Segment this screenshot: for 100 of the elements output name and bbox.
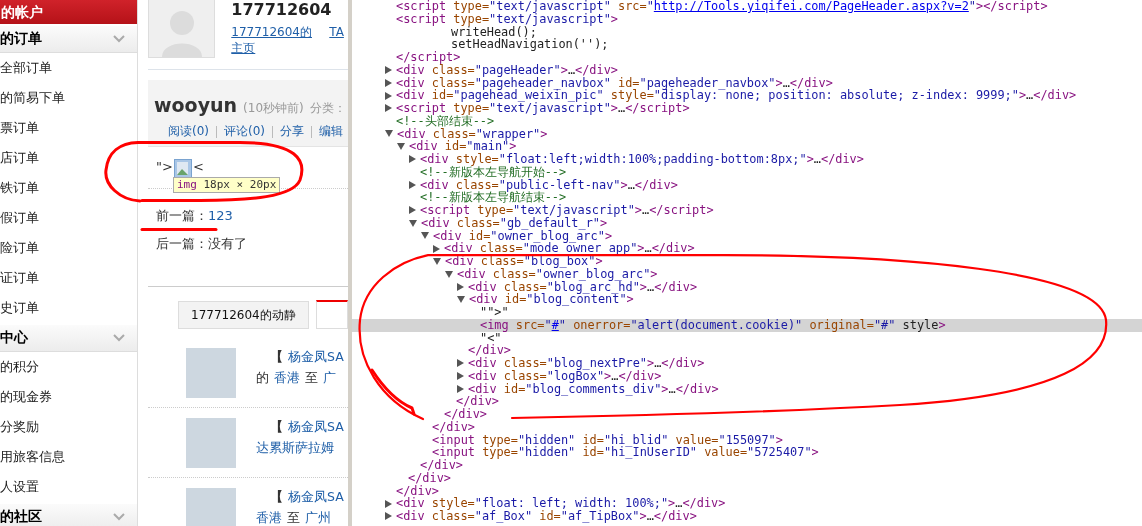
place-link[interactable]: 香港 [274, 367, 300, 388]
place-link[interactable]: 香港 [256, 507, 282, 526]
sidebar-item[interactable]: 险订单 [0, 233, 137, 263]
triangle-right-icon[interactable] [457, 282, 464, 291]
sidebar-item[interactable]: 分奖励 [0, 412, 137, 442]
dom-tree-row[interactable]: <!--新版本左导航结束--> [352, 191, 1142, 204]
triangle-down-icon[interactable] [433, 257, 441, 265]
dom-tree-row[interactable]: <div class="pageheader_navbox" id="pageheader_navbox">…</div> [352, 76, 1142, 90]
dom-tree-row[interactable]: <!--新版本左导航开始--> [352, 165, 1142, 179]
dom-tree-row[interactable]: <script type="text/javascript" src="http://Tools.yiqifei.com/PageHeader.aspx?v=2"></script> [352, 0, 1142, 13]
triangle-right-icon[interactable] [385, 499, 392, 508]
sidebar-item[interactable]: 史订单 [0, 293, 137, 323]
dom-tree-row[interactable]: <div class="af_Box" id="af_TipBox">…</div> [352, 510, 1142, 523]
triangle-right-icon[interactable] [433, 244, 440, 253]
dom-tree-row[interactable]: <div id="main"> [352, 140, 1142, 153]
sidebar-item[interactable]: 用旅客信息 [0, 442, 137, 472]
dom-tree-row[interactable]: <div id="blog_content"> [352, 293, 1142, 306]
tab[interactable] [315, 300, 348, 329]
sidebar-section-header[interactable]: 的社区 [0, 502, 137, 526]
html-tag-line: <div class="public-left-nav">…</div> [420, 178, 678, 192]
dom-tree-row[interactable]: <input type="hidden" id="hi_blid" value="155097"> [352, 433, 1142, 447]
html-tag-line: <input type="hidden" id="hi_InUserID" value="5725407"> [432, 446, 819, 459]
triangle-down-icon[interactable] [385, 130, 393, 138]
dom-tree-row[interactable]: <div class="owner_blog_arc"> [352, 267, 1142, 281]
user-link[interactable]: 杨金凤SA [288, 416, 344, 437]
triangle-right-icon[interactable] [457, 372, 464, 381]
tab[interactable]: 177712604的动静 [178, 301, 309, 329]
post-action-link[interactable]: 编辑 [319, 123, 343, 140]
text-node-line: "<" [480, 331, 502, 345]
triangle-down-icon[interactable] [409, 219, 417, 227]
triangle-right-icon[interactable] [385, 512, 392, 521]
dom-tree-row[interactable]: <div class="gb_default_r"> [352, 216, 1142, 230]
html-tag-line: <div class="af_Box" id="af_TipBox">…</div> [396, 510, 697, 523]
ta-link[interactable]: TA [329, 24, 344, 40]
homepage-link[interactable]: 177712604的主页 [231, 24, 322, 56]
dom-tree-row[interactable]: <div class="logBox">…</div> [352, 369, 1142, 383]
dom-tree-row[interactable]: <div style="float: left; width: 100%;">…</div> [352, 497, 1142, 510]
dom-tree-row[interactable]: <div class="blog_arc_hd">…</div> [352, 280, 1142, 294]
dom-tree-row[interactable]: <div class="wrapper"> [352, 127, 1142, 141]
triangle-right-icon[interactable] [409, 180, 416, 189]
sidebar-section-header[interactable]: 中心 [0, 323, 137, 352]
triangle-right-icon[interactable] [457, 384, 464, 393]
user-link[interactable]: 杨金凤SA [288, 486, 344, 507]
html-tag-line: <div class="wrapper"> [397, 127, 548, 141]
triangle-down-icon[interactable] [445, 270, 453, 278]
photo-placeholder [186, 488, 236, 526]
dom-tree-row[interactable]: <script type="text/javascript">…</script> [352, 102, 1142, 115]
dom-tree-row[interactable]: setHeadNavigation(''); [352, 38, 1142, 51]
dom-tree-row[interactable]: writeHead(); [352, 25, 1142, 39]
sidebar-item[interactable]: 票订单 [0, 113, 137, 143]
triangle-down-icon[interactable] [421, 232, 429, 240]
html-tag-line: <div class="gb_default_r"> [421, 216, 608, 230]
triangle-right-icon[interactable] [409, 206, 416, 215]
triangle-down-icon[interactable] [457, 296, 465, 304]
dom-tree-row[interactable]: <img src="#" onerror="alert(document.cookie)" original="#" style> [352, 318, 1142, 332]
triangle-right-icon[interactable] [385, 66, 392, 75]
place-link[interactable]: 达累斯萨拉姆 [256, 437, 334, 458]
dom-tree-row[interactable]: <div class="blog_box"> [352, 255, 1142, 268]
triangle-right-icon[interactable] [457, 359, 464, 368]
html-tag-line: <div id="blog_content"> [469, 293, 634, 306]
html-tag-line: <script type="text/javascript" src="http://Tools.yiqifei.com/PageHeader.aspx?v=2"></script> [396, 0, 1048, 13]
broken-image-icon [173, 159, 192, 179]
sidebar-item[interactable]: 全部订单 [0, 53, 137, 83]
sidebar-item[interactable]: 的简易下单 [0, 83, 137, 113]
triangle-right-icon[interactable] [409, 155, 416, 164]
sidebar-item[interactable]: 人设置 [0, 472, 137, 502]
post-action-link[interactable]: 分享 [280, 123, 304, 140]
html-tag-line: <div id="main"> [409, 140, 517, 153]
triangle-right-icon[interactable] [385, 91, 392, 100]
html-comment-line: <!--新版本左导航结束--> [420, 191, 567, 204]
dom-tree-row[interactable]: <!--头部结束--> [352, 114, 1142, 128]
dom-tree-row[interactable]: "<" [352, 331, 1142, 345]
dom-tree-row[interactable]: "">" [352, 306, 1142, 319]
dom-tree-row[interactable]: <div id="owner_blog_arc"> [352, 229, 1142, 243]
dom-tree-row[interactable]: <div class="pageHeader">…</div> [352, 63, 1142, 77]
triangle-right-icon[interactable] [385, 78, 392, 87]
dom-tree-row[interactable]: <div style="float:left;width:100%;padding-bottom:8px;">…</div> [352, 153, 1142, 166]
place-link[interactable]: 广 [323, 367, 336, 388]
dom-tree-row[interactable]: <script type="text/javascript">…</script> [352, 204, 1142, 217]
dom-tree-row[interactable]: <div class="blog_nextPre">…</div> [352, 357, 1142, 370]
user-link[interactable]: 杨金凤SA [288, 346, 344, 367]
place-link[interactable]: 广州 [305, 507, 331, 526]
html-tag-line: <div class="blog_arc_hd">…</div> [468, 280, 698, 294]
dom-tree-row[interactable]: <div class="mode_owner_app">…</div> [352, 242, 1142, 255]
sidebar-item[interactable]: 假订单 [0, 203, 137, 233]
sidebar-item[interactable]: 店订单 [0, 143, 137, 173]
sidebar-section-header[interactable]: 的订单 [0, 24, 137, 53]
post-action-link[interactable]: 阅读(0) [168, 123, 209, 140]
dom-tree-row[interactable]: <div id="blog_comments_div">…</div> [352, 382, 1142, 396]
sidebar-item[interactable]: 证订单 [0, 263, 137, 293]
sidebar-item[interactable]: 铁订单 [0, 173, 137, 203]
sidebar-item[interactable]: 的积分 [0, 352, 137, 382]
dom-tree-row[interactable]: <input type="hidden" id="hi_InUserID" value="5725407"> [352, 446, 1142, 459]
post-action-link[interactable]: 评论(0) [224, 123, 265, 140]
dom-tree-row[interactable]: <div class="public-left-nav">…</div> [352, 178, 1142, 192]
dom-tree-row[interactable]: <script type="text/javascript"> [352, 12, 1142, 26]
prev-post-link[interactable]: 123 [208, 208, 233, 224]
triangle-right-icon[interactable] [385, 104, 392, 113]
sidebar-item[interactable]: 的现金券 [0, 382, 137, 412]
triangle-down-icon[interactable] [397, 143, 405, 151]
